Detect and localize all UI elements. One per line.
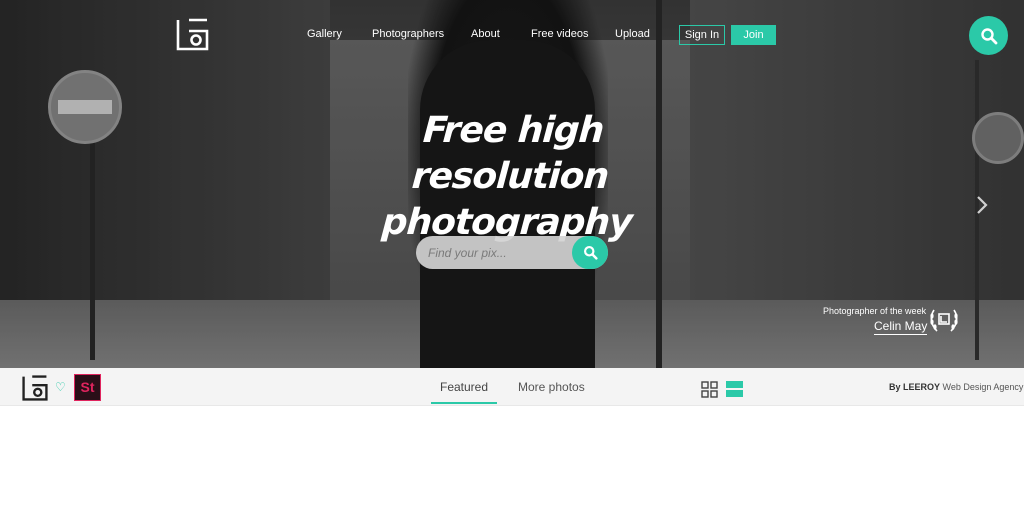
active-tab-indicator — [431, 402, 497, 404]
hero-search-button[interactable] — [572, 236, 608, 269]
hero-section: Gallery Photographers About Free videos … — [0, 0, 1024, 368]
credit-brand: By LEEROY — [889, 382, 941, 392]
laurel-icon — [930, 309, 958, 332]
join-button[interactable]: Join — [731, 25, 776, 45]
stock-badge[interactable]: St — [74, 374, 101, 401]
sign-in-button[interactable]: Sign In — [679, 25, 725, 45]
nav-link-photographers[interactable]: Photographers — [372, 28, 444, 40]
nav-link-free-videos[interactable]: Free videos — [531, 28, 588, 40]
logo-icon[interactable] — [22, 375, 48, 401]
hero-headline: Free high resolution photography — [325, 108, 695, 246]
chevron-right-icon[interactable] — [974, 193, 990, 217]
nav-link-upload[interactable]: Upload — [615, 28, 650, 40]
header-search-button[interactable] — [969, 16, 1008, 55]
grid-view-icon[interactable] — [701, 381, 718, 398]
credit-text[interactable]: By LEEROY Web Design Agency — [889, 382, 1023, 392]
list-view-icon[interactable] — [726, 380, 743, 398]
heart-icon[interactable]: ♡ — [55, 380, 66, 394]
nav-link-gallery[interactable]: Gallery — [307, 28, 342, 40]
search-icon — [980, 27, 997, 44]
photographer-of-week-name[interactable]: Celin May — [874, 319, 928, 335]
logo-icon[interactable] — [176, 18, 209, 51]
credit-suffix: Web Design Agency — [940, 382, 1024, 392]
hero-headline-line-1: Free high resolution — [410, 110, 610, 197]
photographer-of-week-label: Photographer of the week — [823, 306, 927, 316]
bottom-toolbar: ♡ St Featured More photos By LEEROY Web … — [0, 368, 1024, 406]
hero-search-input[interactable] — [428, 244, 568, 262]
tab-featured[interactable]: Featured — [440, 380, 488, 394]
nav-link-about[interactable]: About — [471, 28, 500, 40]
tab-more-photos[interactable]: More photos — [518, 380, 585, 394]
search-icon — [583, 246, 598, 260]
